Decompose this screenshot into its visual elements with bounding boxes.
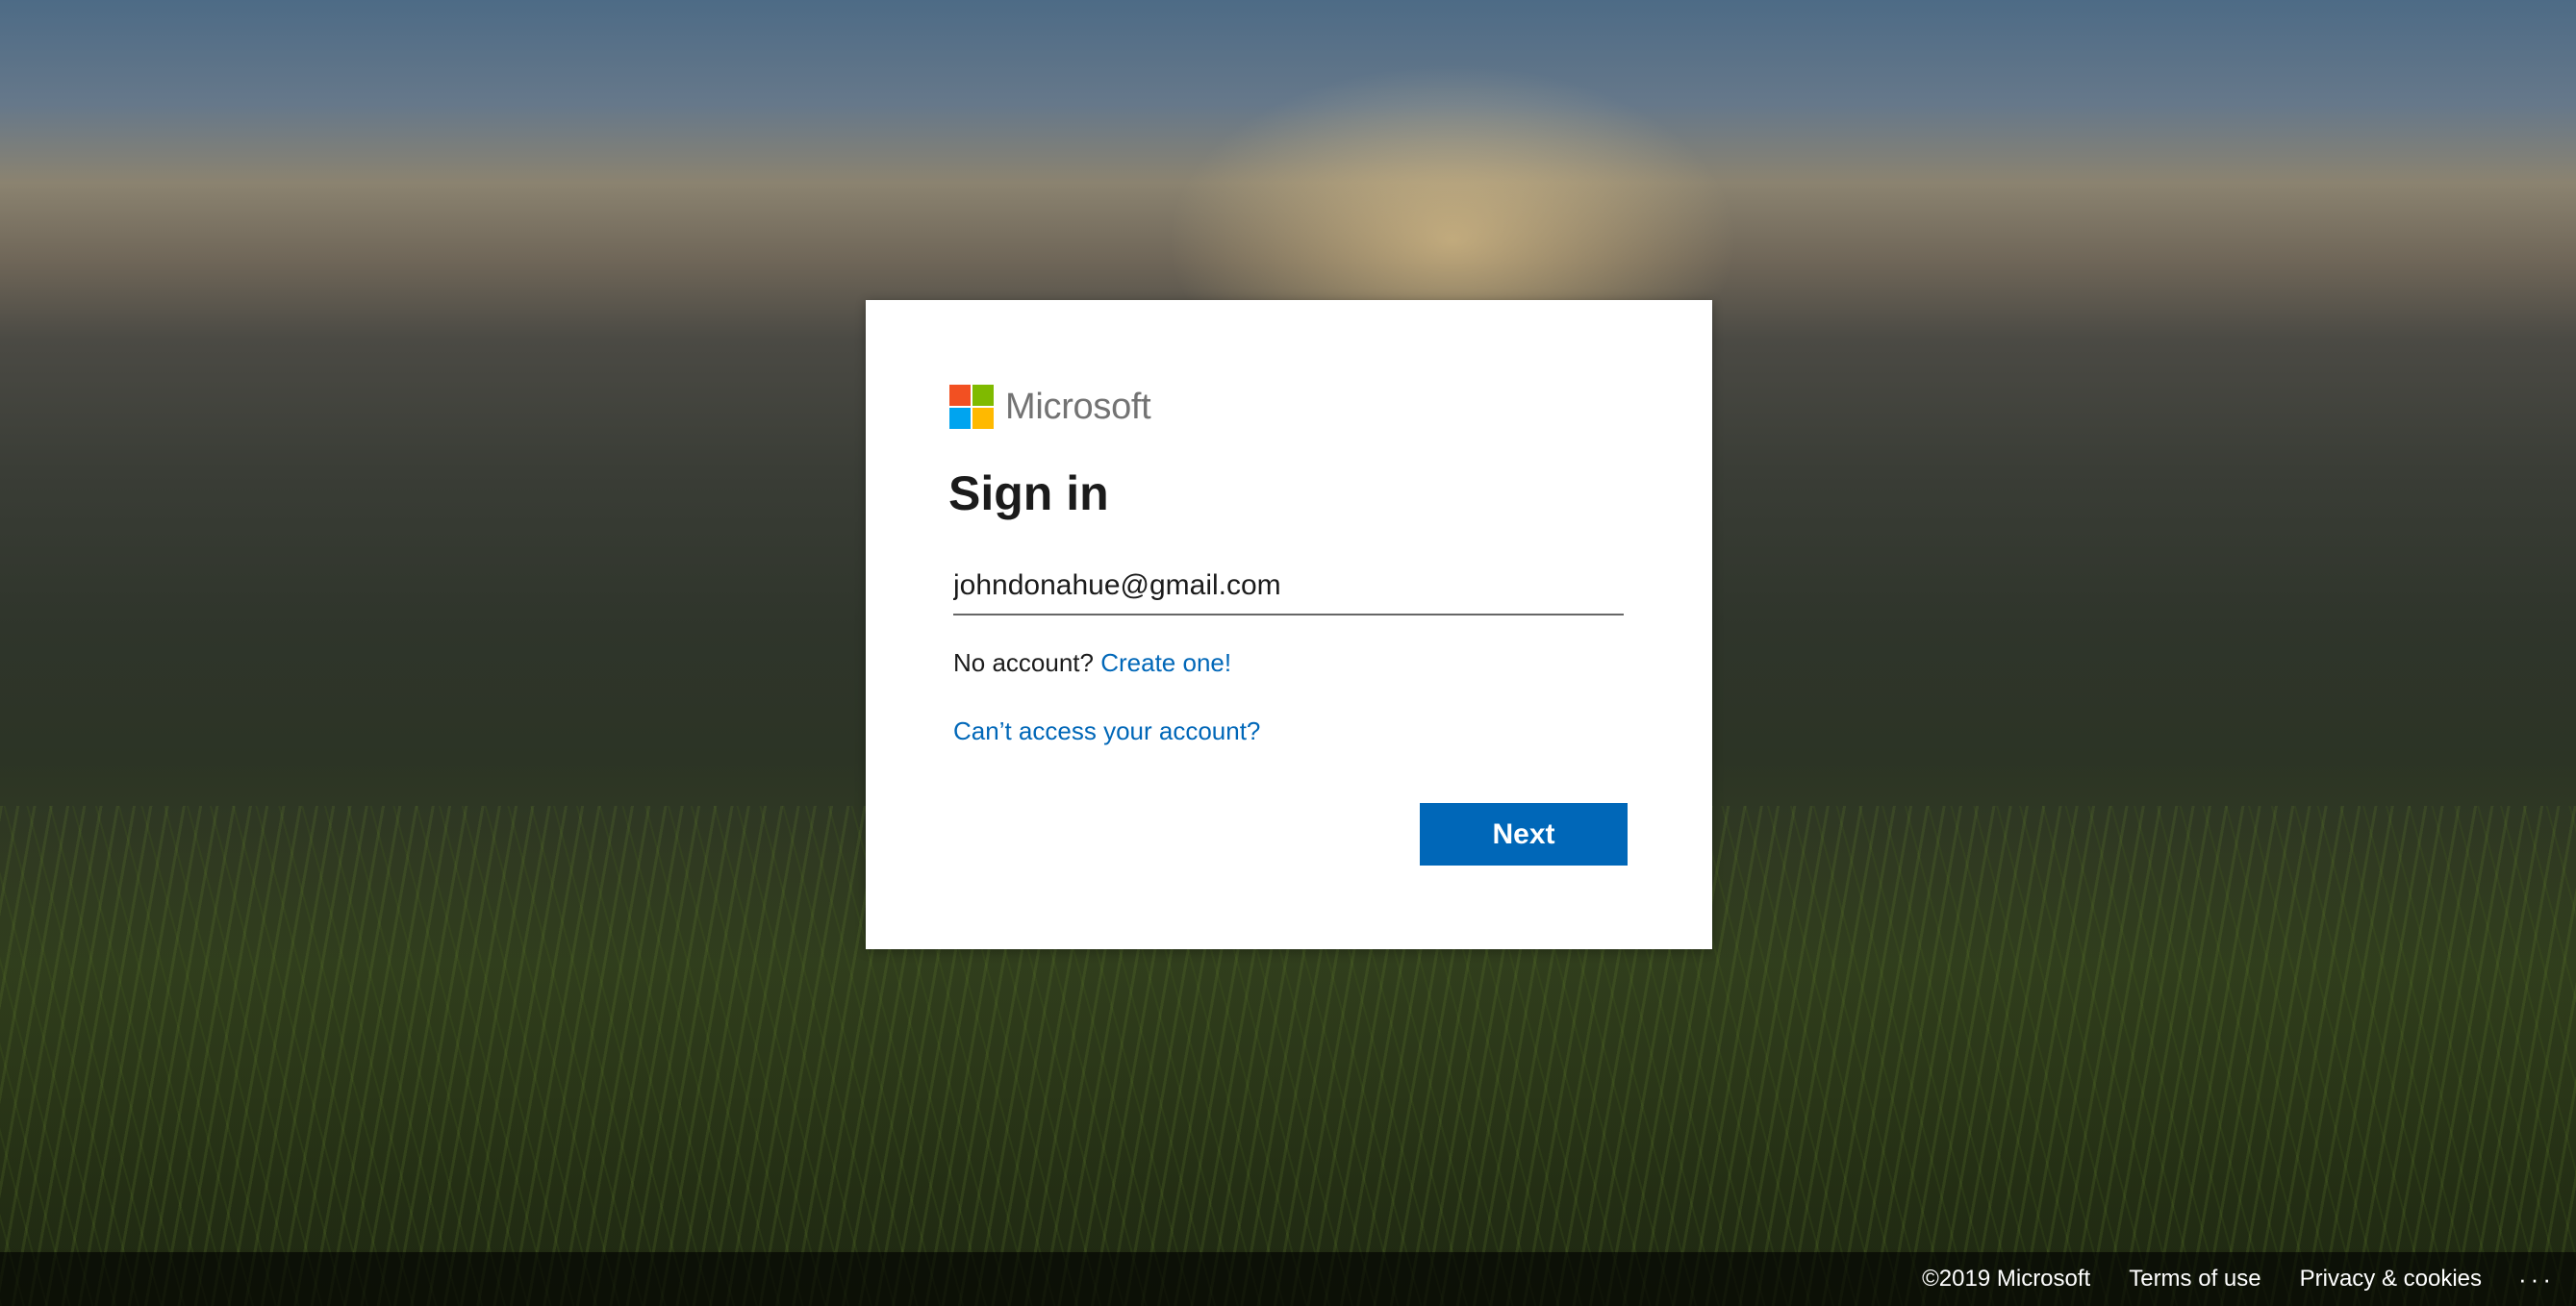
footer: ©2019 Microsoft Terms of use Privacy & c… (0, 1252, 2576, 1306)
signin-card: Microsoft Sign in No account? Create one… (866, 300, 1712, 949)
next-button[interactable]: Next (1420, 803, 1628, 866)
cant-access-account-link[interactable]: Can’t access your account? (953, 716, 1260, 746)
microsoft-logo-icon (949, 385, 994, 429)
email-field[interactable] (953, 558, 1624, 615)
no-account-label: No account? (953, 648, 1094, 677)
more-options-icon[interactable]: ··· (2518, 1265, 2555, 1294)
microsoft-logo: Microsoft (949, 385, 1151, 429)
no-account-row: No account? Create one! (953, 648, 1231, 678)
create-account-link[interactable]: Create one! (1100, 648, 1231, 677)
privacy-cookies-link[interactable]: Privacy & cookies (2300, 1266, 2482, 1293)
copyright-text: ©2019 Microsoft (1922, 1266, 2091, 1292)
terms-of-use-link[interactable]: Terms of use (2129, 1266, 2260, 1293)
logo-text: Microsoft (1005, 386, 1151, 427)
page-title: Sign in (948, 466, 1109, 520)
